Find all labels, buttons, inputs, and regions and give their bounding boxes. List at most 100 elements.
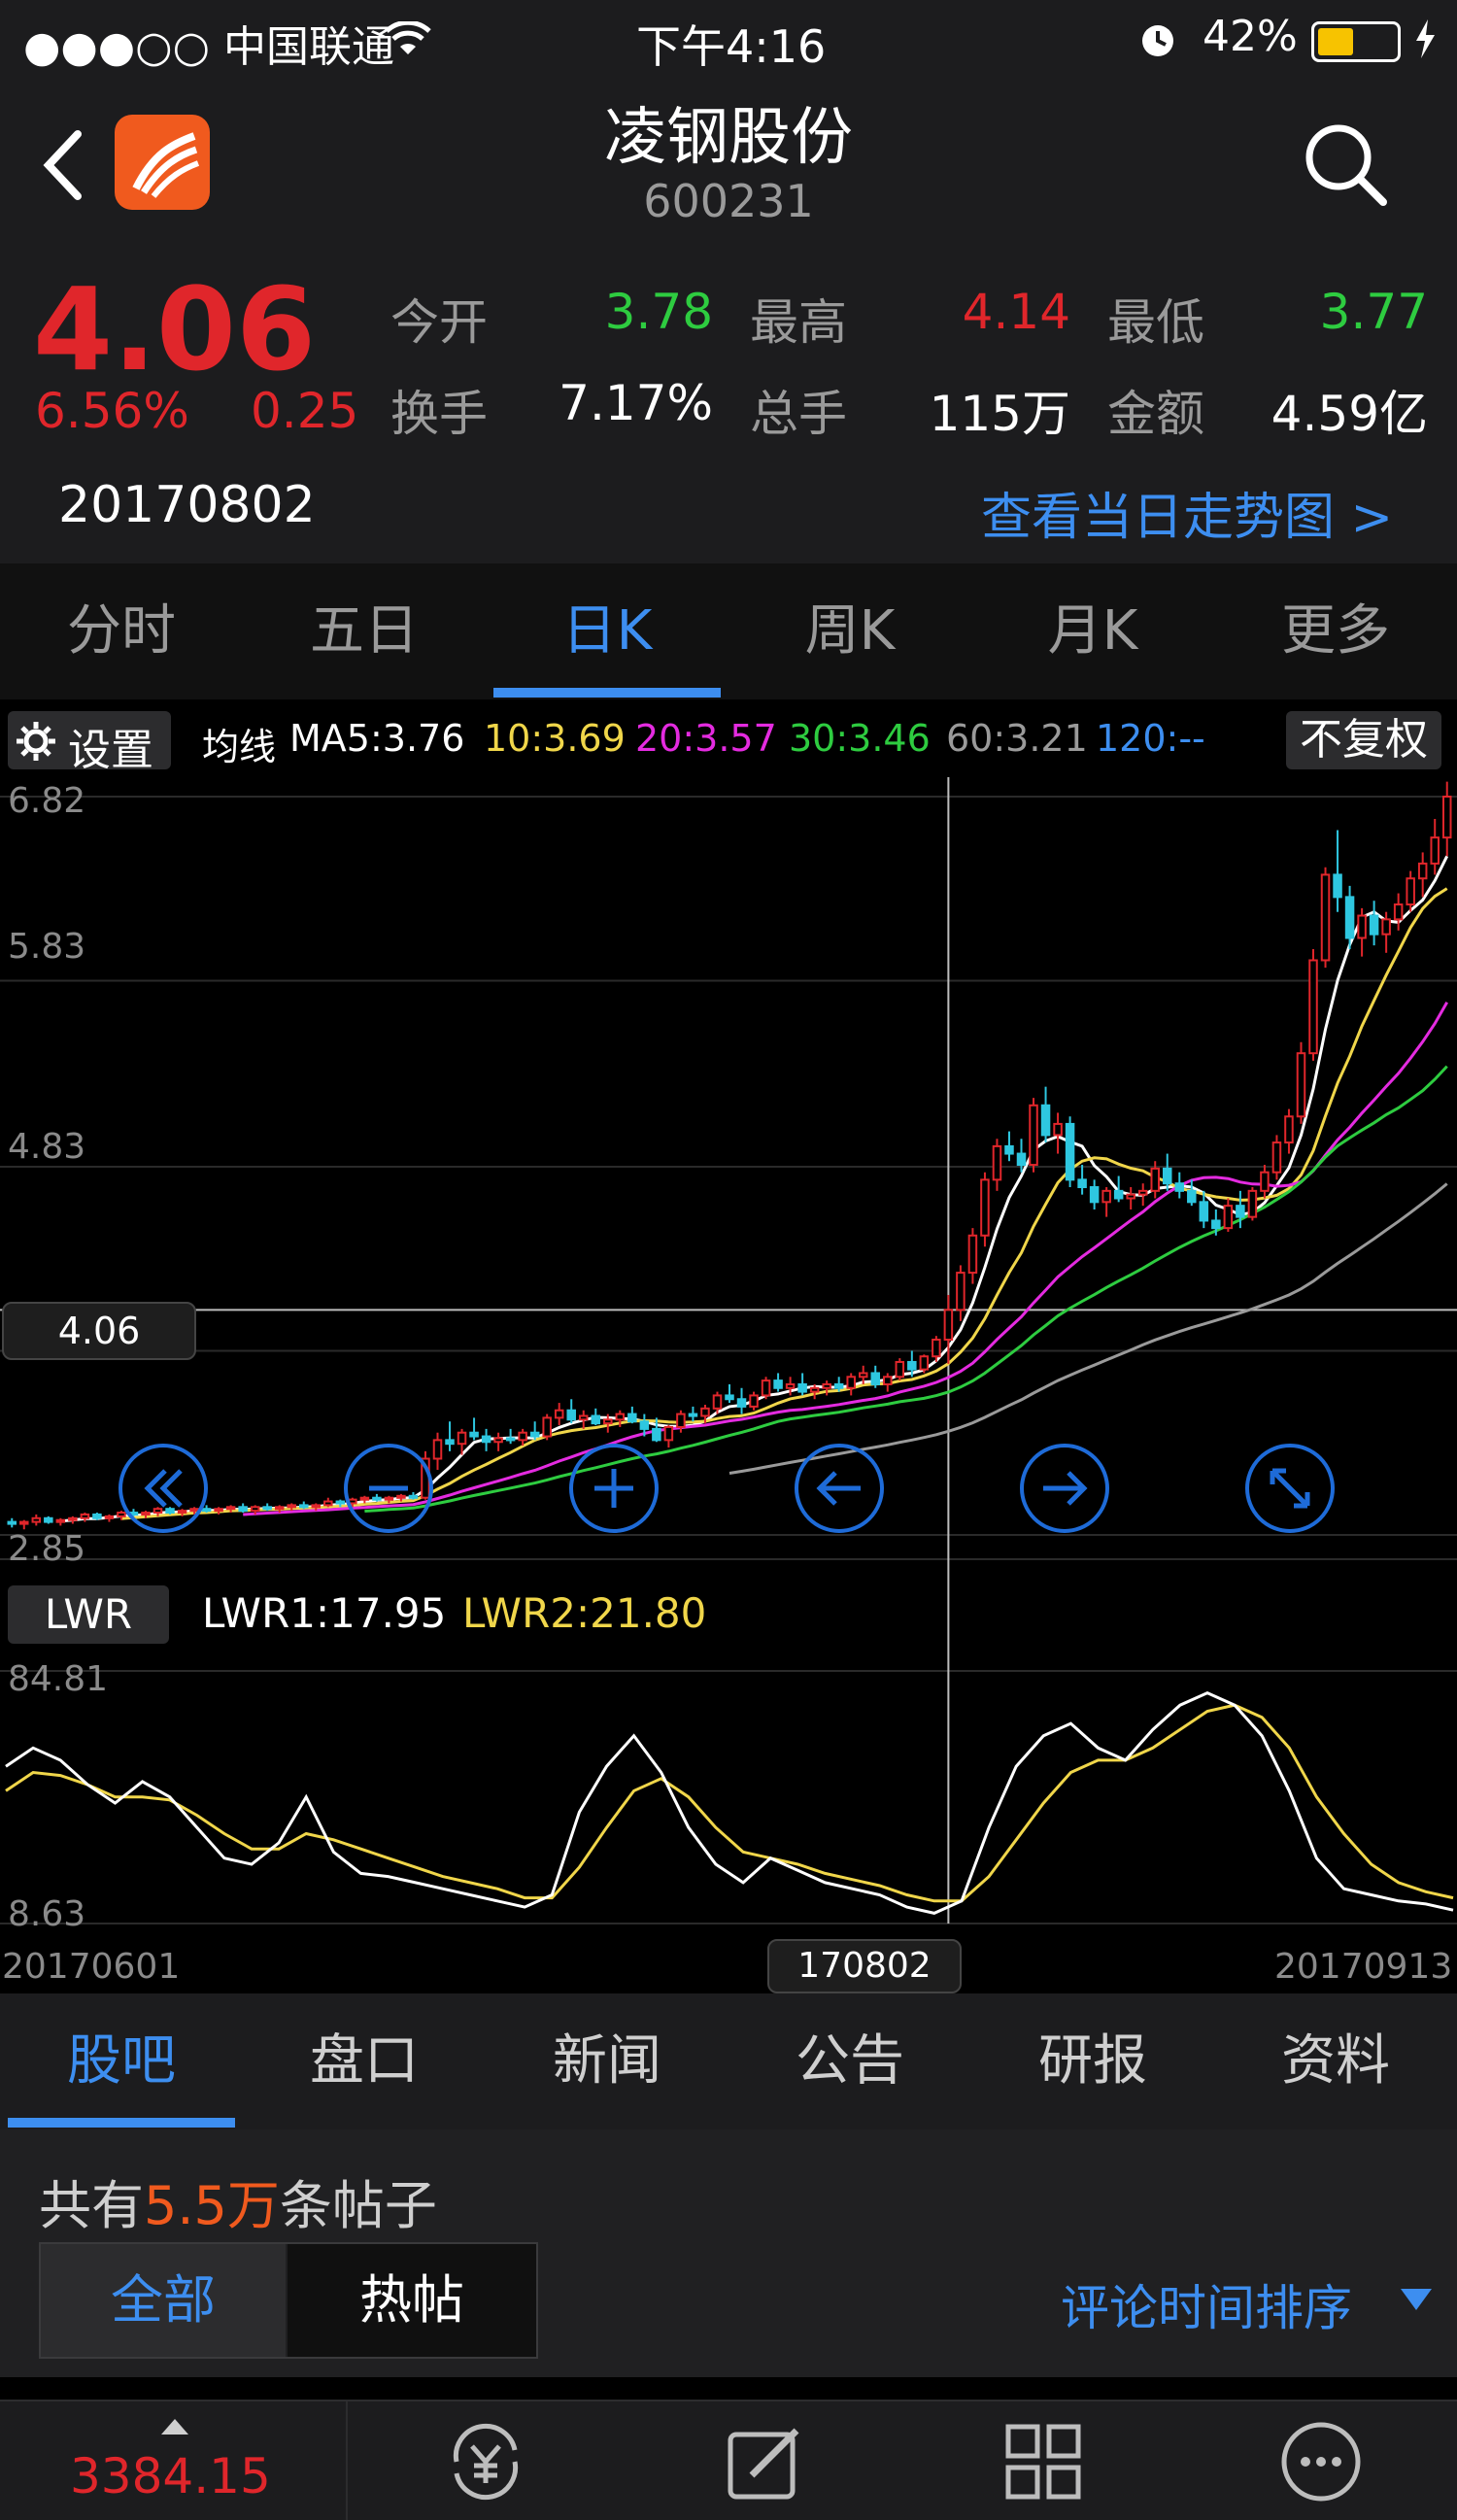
bottom-tabbar: 3384.15 [0,2400,1457,2520]
ma20-value: 20:3.57 [635,717,777,760]
ma30-value: 30:3.46 [789,717,931,760]
tab-intraday[interactable]: 分时 [0,563,243,699]
lwr2-value: LWR2:21.80 [462,1589,707,1637]
candle-body [1089,1186,1100,1204]
post-count-prefix: 共有 [39,2175,144,2236]
compose-icon[interactable] [723,2421,810,2503]
arrow-right-icon[interactable] [1018,1442,1111,1535]
zoom-out-icon[interactable] [342,1442,435,1535]
tab-announcements[interactable]: 公告 [728,1993,971,2129]
quote-panel: 4.06 6.56% 0.25 今开 3.78 最高 4.14 最低 3.77 … [0,262,1457,563]
candle-body [833,1382,844,1389]
candle-body [554,1409,564,1419]
tab-weekly-k[interactable]: 周K [728,563,971,699]
tab-profile[interactable]: 资料 [1214,1993,1457,2129]
tab-news[interactable]: 新闻 [486,1993,728,2129]
open-label: 今开 [390,294,488,351]
fast-backward-icon[interactable] [117,1442,210,1535]
tab-daily-k[interactable]: 日K [486,563,728,699]
cursor-date-tag: 170802 [767,1939,962,1993]
tab-monthly-k[interactable]: 月K [971,563,1214,699]
turnover-label: 换手 [390,386,488,442]
tab-forum[interactable]: 股吧 [0,1993,243,2129]
candle-body [274,1506,285,1511]
candle-body [785,1382,796,1389]
tab-research[interactable]: 研报 [971,1993,1214,2129]
sort-by-comment-time[interactable]: 评论时间排序 [1061,2269,1352,2339]
amount-label: 金额 [1107,386,1204,442]
view-intraday-link[interactable]: 查看当日走势图 > [981,476,1393,549]
ma-label: 均线 [202,726,277,768]
grid-icon[interactable] [1002,2421,1084,2503]
tab-orderbook[interactable]: 盘口 [243,1993,486,2129]
lwr1-line [5,1690,1454,1915]
candle-body [895,1360,905,1379]
sort-dropdown-icon[interactable] [1399,2285,1434,2314]
candle-body [493,1437,503,1444]
tab-more[interactable]: 更多 [1214,563,1457,699]
tab-five-day[interactable]: 五日 [243,563,486,699]
filter-hot[interactable]: 热帖 [288,2244,536,2357]
ma-legend-bar: 设置 均线 MA5:3.76 10:3.69 20:3.57 30:3.46 6… [0,701,1457,779]
date-start: 20170601 [2,1947,181,1987]
zoom-in-icon[interactable] [567,1442,661,1535]
indicator-switch[interactable]: LWR [8,1585,169,1644]
candle-body [44,1516,53,1523]
candle-body [919,1355,930,1371]
open-value: 3.78 [604,284,713,340]
battery-percent: 42% [1203,12,1298,61]
turnover-value: 7.17% [559,375,713,431]
candle-body [566,1409,576,1421]
candle-body [907,1360,917,1371]
candle-body [1333,873,1342,899]
wifi-icon [385,21,431,54]
candle-body [1393,903,1404,921]
charging-icon [1416,19,1435,58]
amount-value: 4.59亿 [1271,386,1428,442]
candle-body [1150,1167,1160,1192]
candle-body [68,1516,78,1521]
y-tick-min: 2.85 [8,1529,86,1569]
arrow-left-icon[interactable] [793,1442,886,1535]
candle-body [505,1437,516,1442]
candle-body [1357,914,1367,939]
post-count: 共有5.5万条帖子 [39,2162,437,2239]
candle-body [822,1382,831,1389]
info-tabs: 股吧 盘口 新闻 公告 研报 资料 [0,1993,1457,2129]
candle-body [469,1431,479,1438]
posts-section: 共有5.5万条帖子 全部 热帖 评论时间排序 [0,2129,1457,2377]
candle-body [1029,1104,1038,1167]
candle-body [7,1520,17,1525]
candle-body [1344,896,1355,939]
more-icon[interactable] [1278,2419,1364,2504]
index-value[interactable]: 3384.15 [70,2448,271,2504]
candle-body [1406,877,1415,906]
fullscreen-icon[interactable] [1243,1442,1337,1535]
date-end: 20170913 [1274,1947,1453,1987]
candle-body [773,1379,783,1389]
candle-body [1308,959,1318,1055]
candle-body [1441,796,1452,839]
candle-body [846,1376,856,1389]
period-tabs: 分时 五日 日K 周K 月K 更多 [0,563,1457,699]
candle-body [932,1338,941,1358]
adjust-button[interactable]: 不复权 [1286,711,1441,769]
lwr-y-min: 8.63 [8,1894,86,1934]
candle-body [323,1500,333,1507]
candle-body [55,1518,66,1523]
filter-all[interactable]: 全部 [41,2244,286,2357]
candle-body [1040,1104,1051,1137]
settings-button[interactable]: 设置 [8,711,171,775]
info-tab-indicator [8,2118,235,2128]
low-label: 最低 [1107,294,1204,351]
candle-body [518,1431,527,1442]
gear-icon [17,722,55,761]
candle-body [1430,836,1440,865]
search-icon[interactable] [1302,120,1389,208]
yuan-refresh-icon[interactable] [439,2421,532,2503]
candle-body [1053,1122,1063,1137]
candle-body [1174,1182,1185,1192]
battery-icon [1311,21,1401,62]
y-tick-2: 5.83 [8,927,86,967]
kline-chart[interactable]: 6.82 5.83 4.83 3.84 2.85 4.06 LWR LWR1:1… [0,777,1457,1993]
